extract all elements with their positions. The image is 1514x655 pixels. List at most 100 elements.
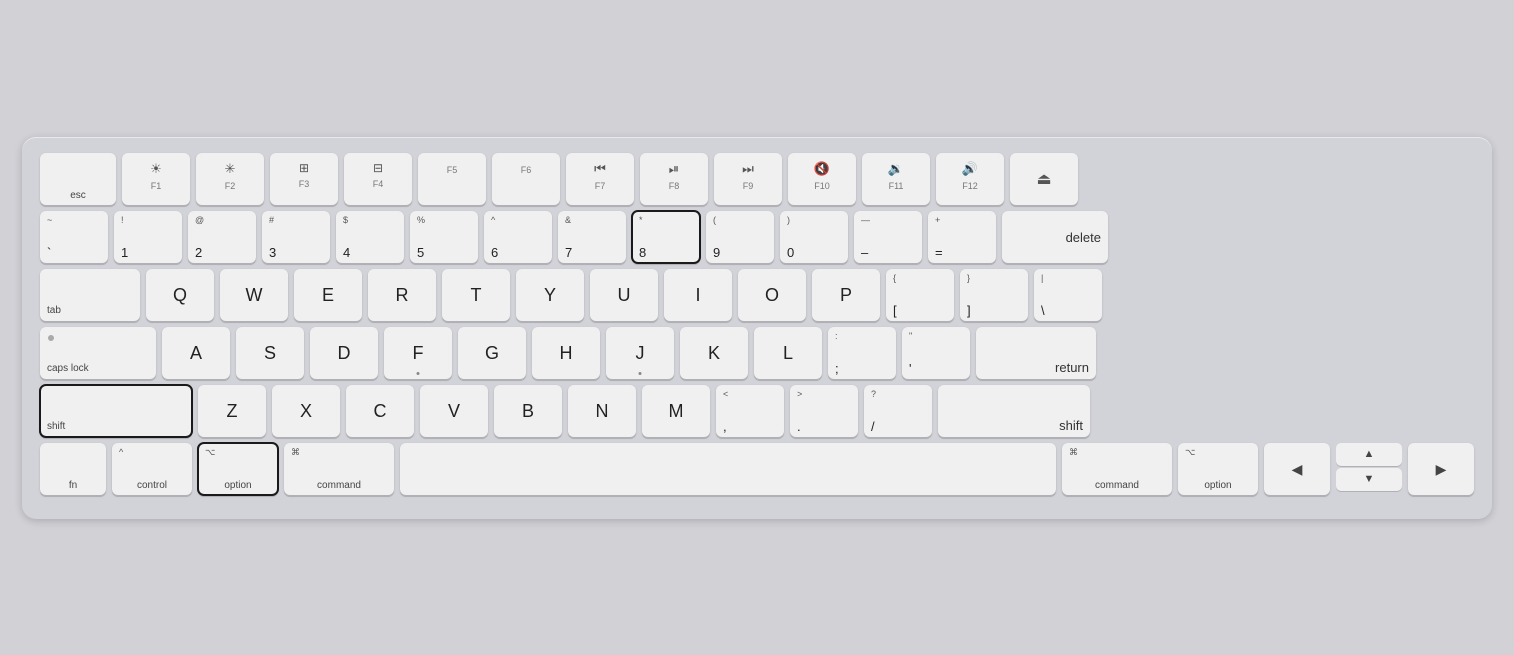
f10-key[interactable]: 🔇 F10 — [788, 153, 856, 205]
5-label: 5 — [417, 246, 424, 259]
comma-key[interactable]: < , — [716, 385, 784, 437]
z-key[interactable]: Z — [198, 385, 266, 437]
0-key[interactable]: ) 0 — [780, 211, 848, 263]
close-bracket-key[interactable]: } ] — [960, 269, 1028, 321]
h-key[interactable]: H — [532, 327, 600, 379]
o-key[interactable]: O — [738, 269, 806, 321]
9-key[interactable]: ( 9 — [706, 211, 774, 263]
backslash-key[interactable]: | \ — [1034, 269, 1102, 321]
f6-key[interactable]: F6 — [492, 153, 560, 205]
f2-icon: ✳ — [225, 161, 236, 177]
minus-key[interactable]: — – — [854, 211, 922, 263]
option-left-key[interactable]: ⌥ option — [198, 443, 278, 495]
e-key[interactable]: E — [294, 269, 362, 321]
option-right-key[interactable]: ⌥ option — [1178, 443, 1258, 495]
6-label: 6 — [491, 246, 498, 259]
j-key[interactable]: J — [606, 327, 674, 379]
f5-key[interactable]: F5 — [418, 153, 486, 205]
8-key[interactable]: * 8 — [632, 211, 700, 263]
keyboard: esc ☀ F1 ✳ F2 ⊞ F3 ⊟ F4 F5 F6 — [22, 137, 1492, 519]
f3-label: F3 — [299, 179, 310, 189]
f11-key[interactable]: 🔉 F11 — [862, 153, 930, 205]
g-key[interactable]: G — [458, 327, 526, 379]
m-key[interactable]: M — [642, 385, 710, 437]
a-key[interactable]: A — [162, 327, 230, 379]
control-key[interactable]: ^ control — [112, 443, 192, 495]
6-key[interactable]: ^ 6 — [484, 211, 552, 263]
f8-key[interactable]: ⏯ F8 — [640, 153, 708, 205]
down-arrow-key[interactable]: ▼ — [1336, 468, 1402, 491]
u-key[interactable]: U — [590, 269, 658, 321]
s-key[interactable]: S — [236, 327, 304, 379]
tab-key[interactable]: tab — [40, 269, 140, 321]
3-key[interactable]: # 3 — [262, 211, 330, 263]
period-label: . — [797, 420, 801, 433]
f6-label: F6 — [521, 165, 532, 175]
f3-key[interactable]: ⊞ F3 — [270, 153, 338, 205]
f9-icon: ⏭ — [742, 161, 754, 177]
period-key[interactable]: > . — [790, 385, 858, 437]
2-key[interactable]: @ 2 — [188, 211, 256, 263]
f2-key[interactable]: ✳ F2 — [196, 153, 264, 205]
slash-label: / — [871, 420, 875, 433]
7-key[interactable]: & 7 — [558, 211, 626, 263]
p-key[interactable]: P — [812, 269, 880, 321]
4-key[interactable]: $ 4 — [336, 211, 404, 263]
f1-key[interactable]: ☀ F1 — [122, 153, 190, 205]
colon-label: : — [835, 332, 838, 341]
w-key[interactable]: W — [220, 269, 288, 321]
hash-label: # — [269, 216, 274, 225]
t-key[interactable]: T — [442, 269, 510, 321]
f9-key[interactable]: ⏭ F9 — [714, 153, 782, 205]
up-arrow-key[interactable]: ▲ — [1336, 443, 1402, 466]
caret-label: ^ — [491, 216, 495, 225]
equals-key[interactable]: + = — [928, 211, 996, 263]
spacebar-key[interactable] — [400, 443, 1056, 495]
1-key[interactable]: ! 1 — [114, 211, 182, 263]
command-right-key[interactable]: ⌘ command — [1062, 443, 1172, 495]
y-key[interactable]: Y — [516, 269, 584, 321]
q-key[interactable]: Q — [146, 269, 214, 321]
slash-key[interactable]: ? / — [864, 385, 932, 437]
n-key[interactable]: N — [568, 385, 636, 437]
f7-key[interactable]: ⏮ F7 — [566, 153, 634, 205]
lparen-label: ( — [713, 216, 716, 225]
d-key[interactable]: D — [310, 327, 378, 379]
c-key[interactable]: C — [346, 385, 414, 437]
f11-label: F11 — [889, 181, 904, 191]
r-key[interactable]: R — [368, 269, 436, 321]
f9-label: F9 — [743, 181, 754, 191]
doublequote-label: " — [909, 332, 912, 341]
command-left-key[interactable]: ⌘ command — [284, 443, 394, 495]
shift-left-label: shift — [47, 421, 65, 432]
5-key[interactable]: % 5 — [410, 211, 478, 263]
shift-right-key[interactable]: shift — [938, 385, 1090, 437]
backtick-key[interactable]: ~ ` — [40, 211, 108, 263]
f4-key[interactable]: ⊟ F4 — [344, 153, 412, 205]
esc-key[interactable]: esc — [40, 153, 116, 205]
k-key[interactable]: K — [680, 327, 748, 379]
option-right-label: option — [1185, 480, 1251, 491]
semicolon-key[interactable]: : ; — [828, 327, 896, 379]
tab-label: tab — [47, 305, 61, 316]
caps-lock-key[interactable]: caps lock — [40, 327, 156, 379]
eject-key[interactable]: ⏏ — [1010, 153, 1078, 205]
return-key[interactable]: return — [976, 327, 1096, 379]
b-key[interactable]: B — [494, 385, 562, 437]
shift-left-key[interactable]: shift — [40, 385, 192, 437]
x-key[interactable]: X — [272, 385, 340, 437]
question-label: ? — [871, 390, 876, 399]
down-arrow-icon: ▼ — [1364, 473, 1375, 485]
l-key[interactable]: L — [754, 327, 822, 379]
f-key[interactable]: F — [384, 327, 452, 379]
open-bracket-key[interactable]: { [ — [886, 269, 954, 321]
7-label: 7 — [565, 246, 572, 259]
quote-key[interactable]: " ' — [902, 327, 970, 379]
delete-key[interactable]: delete — [1002, 211, 1108, 263]
right-arrow-key[interactable]: ▶ — [1408, 443, 1474, 495]
fn-key[interactable]: fn — [40, 443, 106, 495]
v-key[interactable]: V — [420, 385, 488, 437]
left-arrow-key[interactable]: ◀ — [1264, 443, 1330, 495]
f12-key[interactable]: 🔊 F12 — [936, 153, 1004, 205]
i-key[interactable]: I — [664, 269, 732, 321]
